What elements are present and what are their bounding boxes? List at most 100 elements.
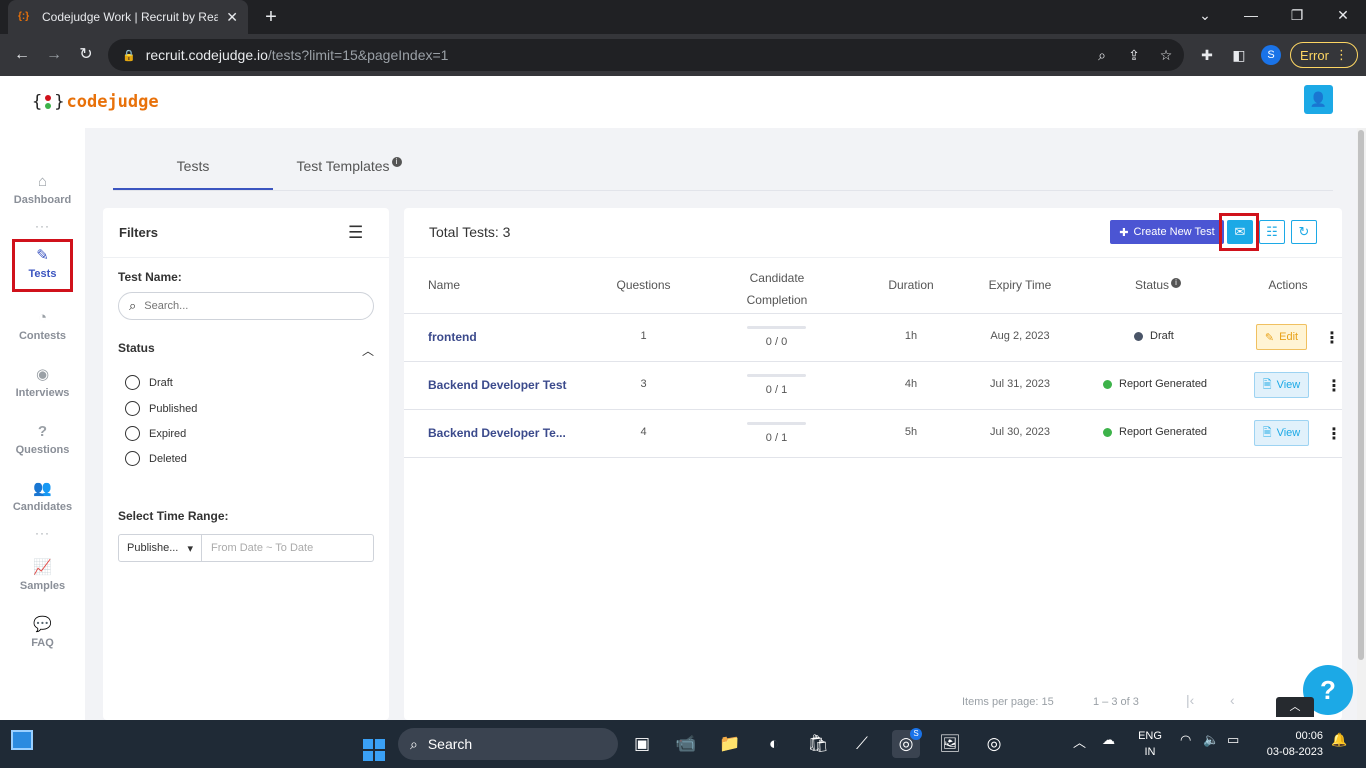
refresh-button[interactable]: ↻ [1291, 220, 1317, 244]
language-line-1: ENG [1138, 730, 1162, 742]
test-name-link[interactable]: Backend Developer Te... [428, 426, 566, 440]
share-icon[interactable]: ⇪ [1124, 45, 1144, 65]
edit-button[interactable]: ✎ Edit [1256, 324, 1307, 350]
comments-icon: 💬 [33, 616, 52, 633]
status-radio-draft[interactable]: Draft [125, 375, 173, 390]
task-view-icon[interactable]: ▣ [628, 730, 656, 758]
time-range-row: Publishe... ▾ From Date ~ To Date [118, 534, 374, 562]
error-button[interactable]: Error ⋮ [1290, 42, 1358, 68]
sidebar-item-candidates[interactable]: 👥 Candidates [12, 473, 73, 525]
windows-taskbar: ⌕ Search ▣ 📹 📁 ◐ 🛍 ⟋ ◎ S 🖼 ◎ ︿ ☁ ENG IN ◠ … [0, 720, 1366, 768]
scrollbar-thumb[interactable] [1358, 130, 1364, 660]
column-header-questions[interactable]: Questions [606, 278, 681, 292]
column-header-expiry[interactable]: Expiry Time [979, 278, 1061, 292]
close-tab-icon[interactable]: ✕ [226, 9, 238, 26]
first-page-icon[interactable]: |‹ [1186, 692, 1194, 708]
tab-tests[interactable]: Tests [113, 148, 273, 190]
close-window-icon[interactable]: ✕ [1320, 0, 1366, 32]
bookmark-star-icon[interactable]: ☆ [1156, 45, 1176, 65]
tab-search-chevron-down-icon[interactable]: ⌄ [1182, 0, 1228, 32]
questions-count: 1 [640, 330, 647, 342]
radio-circle[interactable] [125, 401, 140, 416]
address-bar[interactable]: 🔒 recruit.codejudge.io/tests?limit=15&pa… [108, 39, 1184, 71]
test-name-search[interactable]: ⌕ [118, 292, 374, 320]
list-view-button[interactable]: ☷ [1259, 220, 1285, 244]
radio-circle[interactable] [125, 451, 140, 466]
extensions-puzzle-icon[interactable]: ✚ [1197, 45, 1217, 65]
more-actions-icon[interactable]: ⋮ [1326, 376, 1342, 396]
windows-start-icon[interactable] [360, 730, 388, 761]
photos-icon[interactable]: 🖼 [936, 730, 964, 758]
test-name-link[interactable]: frontend [428, 330, 477, 344]
column-header-candidate-completion[interactable]: Candidate Completion [737, 267, 817, 311]
sidebar-item-tests[interactable]: ✎ Tests [12, 239, 73, 292]
new-tab-button[interactable]: + [260, 4, 282, 30]
info-icon[interactable]: i [1171, 278, 1182, 288]
column-header-name[interactable]: Name [428, 278, 460, 292]
edge-browser-icon[interactable]: ◐ [760, 730, 788, 758]
wifi-icon[interactable]: ◠ [1180, 732, 1191, 748]
test-name-link[interactable]: Backend Developer Test [428, 378, 567, 392]
vscode-icon[interactable]: ⟋ [848, 730, 876, 758]
sidebar-item-contests[interactable]: ◔ Contests [12, 302, 73, 354]
table-row[interactable]: frontend 1 0 / 0 1h Aug 2, 2023 Draft ✎ E… [404, 314, 1342, 362]
teams-meet-icon[interactable]: 📹 [672, 730, 700, 758]
table-row[interactable]: Backend Developer Te... 4 0 / 1 5h Jul 3… [404, 410, 1342, 458]
table-row[interactable]: Backend Developer Test 3 0 / 1 4h Jul 31… [404, 362, 1342, 410]
profile-avatar[interactable]: S [1261, 45, 1281, 65]
more-actions-icon[interactable]: ⋮ [1326, 424, 1342, 444]
previous-page-icon[interactable]: ‹ [1230, 692, 1235, 708]
info-icon[interactable]: i [391, 157, 402, 167]
hamburger-menu-icon[interactable]: ☰ [348, 223, 363, 243]
tab-test-templates[interactable]: Test Templates i [285, 148, 413, 190]
chevron-up-icon[interactable]: ︿ [362, 342, 374, 359]
tray-chevron-up-icon[interactable]: ︿ [1073, 732, 1086, 751]
sidebar-item-interviews[interactable]: ◉ Interviews [12, 359, 73, 411]
highlight-box [1219, 213, 1259, 251]
status-radio-deleted[interactable]: Deleted [125, 451, 187, 466]
microsoft-store-icon[interactable]: 🛍 [804, 730, 832, 758]
forward-arrow-icon[interactable]: → [42, 43, 66, 67]
status-radio-published[interactable]: Published [125, 401, 197, 416]
page-scrollbar[interactable] [1357, 128, 1366, 720]
back-arrow-icon[interactable]: ← [10, 43, 34, 67]
view-button[interactable]: 🗎 View [1254, 372, 1309, 398]
column-header-status[interactable]: Status i [1126, 278, 1190, 292]
minimize-icon[interactable]: — [1228, 0, 1274, 32]
items-per-page-value[interactable]: 15 [1042, 696, 1054, 708]
reload-icon[interactable]: ↻ [74, 43, 98, 67]
test-name-search-input[interactable] [144, 300, 345, 312]
volume-icon[interactable]: 🔈 [1203, 732, 1219, 748]
date-range-input[interactable]: From Date ~ To Date [202, 534, 374, 562]
column-header-duration[interactable]: Duration [876, 278, 946, 292]
language-indicator[interactable]: ENG IN [1136, 728, 1164, 760]
time-range-select[interactable]: Publishe... ▾ [118, 534, 202, 562]
onedrive-cloud-icon[interactable]: ☁ [1102, 732, 1115, 748]
file-explorer-icon[interactable]: 📁 [716, 730, 744, 758]
url-text: recruit.codejudge.io/tests?limit=15&page… [146, 47, 449, 63]
create-new-test-button[interactable]: ✚ Create New Test [1110, 220, 1224, 244]
sidebar-item-samples[interactable]: 📈 Samples [12, 552, 73, 604]
taskbar-search[interactable]: ⌕ Search [398, 728, 618, 760]
codejudge-logo[interactable]: { } codejudge [32, 92, 159, 112]
radio-circle[interactable] [125, 426, 140, 441]
restore-icon[interactable]: ❐ [1274, 0, 1320, 32]
widgets-icon[interactable] [8, 730, 36, 758]
sidebar-separator: ··· [35, 526, 50, 540]
sidebar-item-dashboard[interactable]: ⌂ Dashboard [12, 166, 73, 218]
side-panel-icon[interactable]: ◧ [1229, 45, 1249, 65]
search-icon[interactable]: ⌕ [1092, 45, 1112, 65]
status-radio-expired[interactable]: Expired [125, 426, 186, 441]
more-actions-icon[interactable]: ⋮ [1324, 328, 1340, 348]
taskbar-clock[interactable]: 00:06 03-08-2023 [1257, 728, 1323, 760]
battery-icon[interactable]: ▭ [1227, 732, 1239, 748]
scroll-up-chevron-icon[interactable]: ︿ [1276, 697, 1314, 717]
user-account-button[interactable]: 👤 [1304, 85, 1333, 114]
sidebar-item-faq[interactable]: 💬 FAQ [12, 609, 73, 661]
notification-bell-icon[interactable]: 🔔 [1331, 732, 1347, 748]
chrome-secondary-icon[interactable]: ◎ [980, 730, 1008, 758]
sidebar-item-questions[interactable]: ? Questions [12, 416, 73, 468]
browser-tab[interactable]: {:} Codejudge Work | Recruit by Real ✕ [8, 0, 248, 34]
view-button[interactable]: 🗎 View [1254, 420, 1309, 446]
radio-circle[interactable] [125, 375, 140, 390]
